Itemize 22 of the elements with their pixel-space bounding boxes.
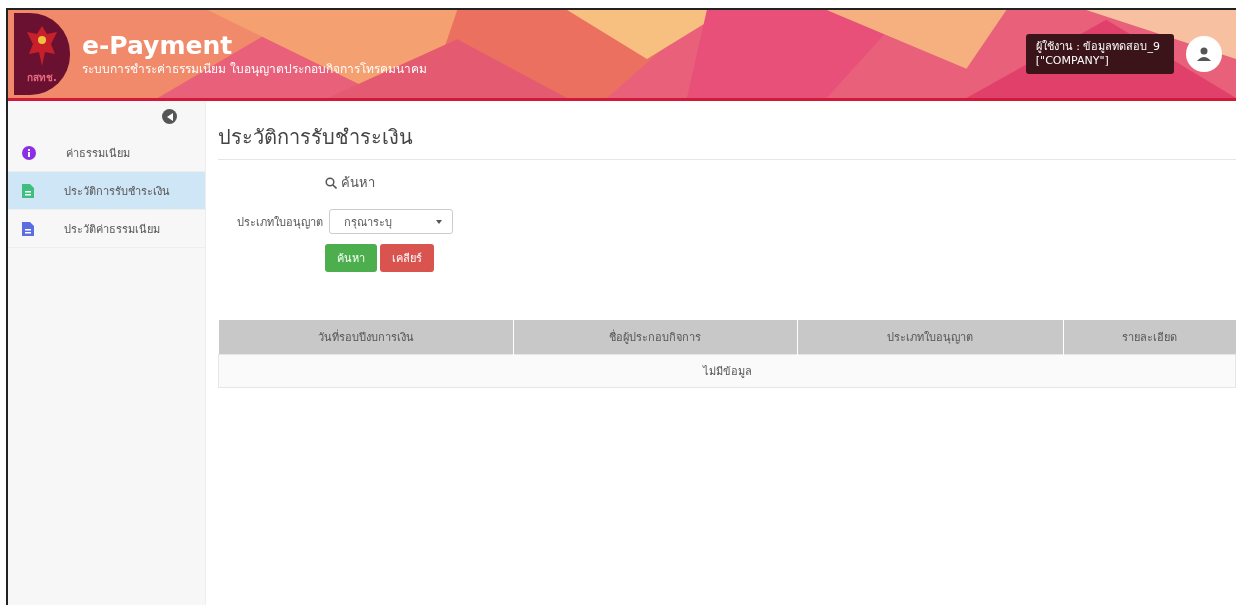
logo-text: กสทช. bbox=[27, 70, 57, 85]
clear-button[interactable]: เคลียร์ bbox=[380, 244, 434, 272]
column-header: ประเภทใบอนุญาต bbox=[797, 320, 1064, 355]
license-type-dropdown[interactable]: กรุณาระบุ bbox=[329, 209, 453, 234]
user-icon bbox=[1196, 46, 1212, 62]
caret-left-icon bbox=[166, 112, 173, 121]
column-header: ชื่อผู้ประกอบกิจการ bbox=[513, 320, 798, 355]
user-name: ผู้ใช้งาน : ข้อมูลทดสอบ_9 bbox=[1035, 40, 1160, 54]
app-subtitle: ระบบการชำระค่าธรรมเนียม ใบอนุญาตประกอบกิจการโทรคมนาคม bbox=[82, 61, 427, 77]
sidebar-item[interactable]: ประวัติค่าธรรมเนียม bbox=[8, 210, 205, 248]
search-icon bbox=[325, 176, 337, 189]
filter-label: ประเภทใบอนุญาต bbox=[236, 214, 323, 231]
search-heading: ค้นหา bbox=[325, 172, 1236, 193]
app-title: e-Payment bbox=[82, 31, 234, 61]
user-role: ["COMPANY"] bbox=[1035, 54, 1110, 68]
caret-down-icon bbox=[436, 219, 442, 224]
column-header: วันที่รอบปีงบการเงิน bbox=[218, 320, 514, 355]
sidebar-item[interactable]: ประวัติการรับชำระเงิน bbox=[8, 172, 205, 210]
column-header: รายละเอียด bbox=[1063, 320, 1236, 355]
empty-message: ไม่มีข้อมูล bbox=[218, 354, 1236, 388]
collapse-button[interactable] bbox=[162, 109, 177, 124]
page-title: ประวัติการรับชำระเงิน bbox=[218, 121, 1236, 160]
